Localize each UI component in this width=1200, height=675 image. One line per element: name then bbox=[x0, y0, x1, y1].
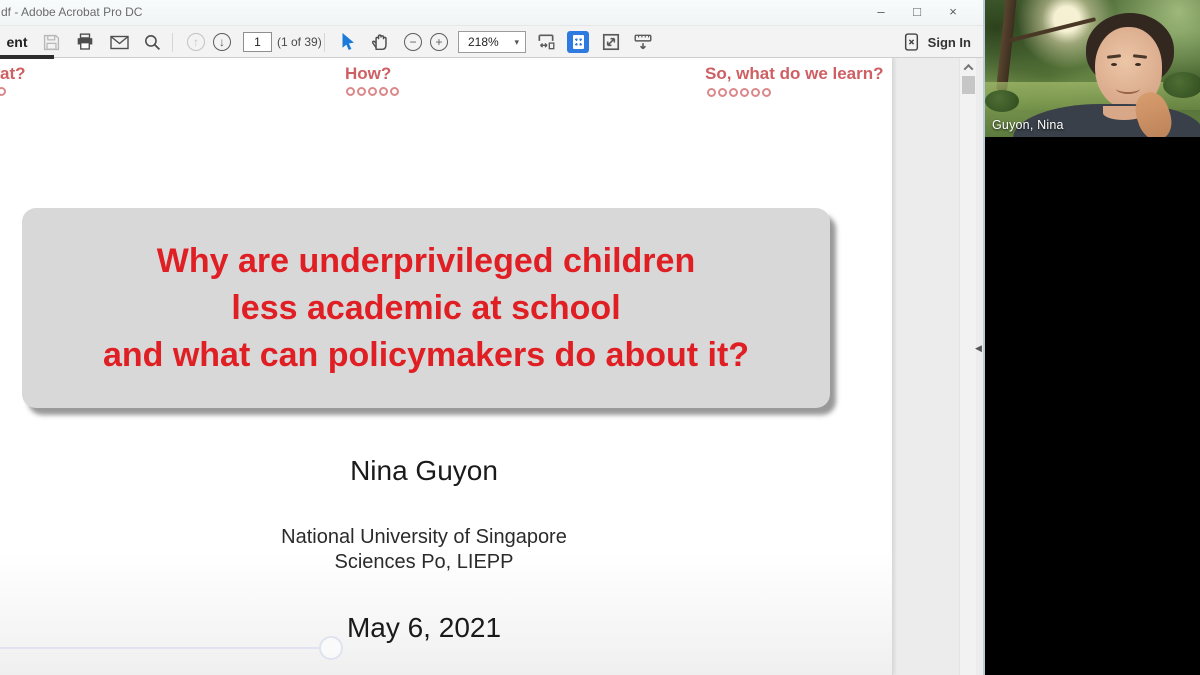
cursor-icon bbox=[341, 33, 356, 51]
tree-branch bbox=[1008, 17, 1096, 43]
progress-dot bbox=[762, 88, 771, 97]
progress-dot bbox=[368, 87, 377, 96]
person-smile bbox=[1116, 83, 1140, 94]
maximize-button[interactable]: □ bbox=[901, 0, 933, 24]
progress-dot bbox=[729, 88, 738, 97]
pdf-page: at? How? So, what do we learn? Why are u… bbox=[0, 58, 893, 675]
fit-width-button[interactable] bbox=[536, 26, 556, 58]
sign-in-label: Sign In bbox=[928, 35, 971, 50]
zoom-in-button[interactable]: + bbox=[430, 26, 448, 58]
zoom-level-dropdown[interactable]: 218% ▾ bbox=[458, 31, 526, 53]
slide-nav-label: How? bbox=[345, 64, 391, 84]
slide-nav-label: So, what do we learn? bbox=[705, 64, 884, 84]
document-tab[interactable]: ent bbox=[0, 26, 34, 58]
select-tool-button[interactable] bbox=[341, 26, 356, 58]
slide-nav-label: at? bbox=[0, 64, 26, 84]
scrollbar-up-button[interactable] bbox=[960, 60, 977, 75]
vertical-scrollbar[interactable] bbox=[959, 58, 976, 675]
slide-nav-dots-learn bbox=[707, 88, 771, 97]
progress-dot bbox=[379, 87, 388, 96]
previous-page-button[interactable]: ↑ bbox=[187, 26, 205, 58]
slide-affiliation: Sciences Po, LIEPP bbox=[0, 551, 848, 574]
chevron-down-icon: ▾ bbox=[514, 37, 525, 48]
arrow-down-icon: ↓ bbox=[213, 33, 231, 51]
email-button[interactable] bbox=[108, 26, 130, 58]
minus-icon: − bbox=[404, 33, 422, 51]
search-button[interactable] bbox=[141, 26, 163, 58]
slide-nav-learn: So, what do we learn? bbox=[705, 64, 884, 84]
save-button[interactable] bbox=[40, 26, 62, 58]
slide-date: May 6, 2021 bbox=[0, 612, 848, 644]
toolbar-separator bbox=[172, 33, 173, 52]
person-eye bbox=[1135, 63, 1141, 66]
hand-icon bbox=[371, 33, 389, 51]
slide-title-line: less academic at school bbox=[22, 285, 830, 332]
participant-video[interactable]: Guyon, Nina bbox=[985, 0, 1200, 137]
email-icon bbox=[110, 35, 129, 50]
next-page-button[interactable]: ↓ bbox=[213, 26, 231, 58]
progress-dot bbox=[390, 87, 399, 96]
fit-page-button-selected[interactable] bbox=[567, 26, 589, 58]
video-call-panel: Guyon, Nina bbox=[985, 0, 1200, 675]
zoom-out-button[interactable]: − bbox=[404, 26, 422, 58]
mobile-sync-icon bbox=[904, 33, 919, 51]
garden-bush bbox=[1163, 72, 1200, 98]
toolbar-separator bbox=[324, 33, 325, 52]
print-button[interactable] bbox=[74, 26, 96, 58]
active-tab-underline bbox=[0, 55, 54, 59]
save-icon bbox=[43, 34, 60, 51]
slide-title-box: Why are underprivileged children less ac… bbox=[22, 208, 830, 408]
slide-title-line: and what can policymakers do about it? bbox=[22, 332, 830, 379]
window-title: df - Adobe Acrobat Pro DC bbox=[1, 5, 142, 19]
progress-dot bbox=[707, 88, 716, 97]
panel-collapse-arrow[interactable]: ◀ bbox=[975, 341, 983, 355]
slide-nav-dots-how bbox=[346, 87, 399, 96]
slide-nav-what: at? bbox=[0, 64, 26, 84]
toolbar: ent ↑ ↓ 1 (1 of 39) bbox=[0, 26, 983, 58]
progress-dot bbox=[346, 87, 355, 96]
person-eye bbox=[1111, 63, 1117, 66]
acrobat-window: df - Adobe Acrobat Pro DC – □ × ent bbox=[0, 0, 985, 675]
print-icon bbox=[76, 33, 94, 51]
zoom-level-value: 218% bbox=[459, 35, 514, 49]
progress-dot bbox=[740, 88, 749, 97]
scrollbar-thumb[interactable] bbox=[962, 76, 975, 94]
fullscreen-button[interactable] bbox=[601, 26, 621, 58]
hand-tool-button[interactable] bbox=[371, 26, 389, 58]
slide-affiliation: National University of Singapore bbox=[0, 526, 848, 549]
close-button[interactable]: × bbox=[937, 0, 969, 24]
page-count-label: (1 of 39) bbox=[277, 26, 322, 58]
slide-title-line: Why are underprivileged children bbox=[22, 238, 830, 285]
fit-width-icon bbox=[536, 32, 556, 52]
ruler-icon bbox=[633, 32, 653, 52]
progress-dot bbox=[0, 87, 6, 96]
slide-nav-how: How? bbox=[345, 64, 391, 84]
fullscreen-icon bbox=[601, 32, 621, 52]
playback-progress-handle[interactable] bbox=[319, 636, 343, 660]
slide-author: Nina Guyon bbox=[0, 455, 848, 487]
search-icon bbox=[144, 34, 161, 51]
screenshot-stage: df - Adobe Acrobat Pro DC – □ × ent bbox=[0, 0, 1200, 675]
page-number-input[interactable]: 1 bbox=[243, 32, 272, 52]
progress-dot bbox=[751, 88, 760, 97]
scroll-mode-button[interactable] bbox=[633, 26, 653, 58]
sign-in-button[interactable]: Sign In bbox=[904, 26, 971, 58]
progress-dot bbox=[718, 88, 727, 97]
arrow-up-icon: ↑ bbox=[187, 33, 205, 51]
fit-page-icon bbox=[567, 31, 589, 53]
document-area: at? How? So, what do we learn? Why are u… bbox=[0, 58, 983, 675]
participant-name-label: Guyon, Nina bbox=[992, 118, 1064, 132]
chevron-up-icon bbox=[964, 64, 974, 74]
slide-nav-dots-what bbox=[0, 87, 6, 96]
garden-bush bbox=[985, 90, 1019, 112]
progress-dot bbox=[357, 87, 366, 96]
tree-trunk bbox=[996, 0, 1017, 91]
playback-progress-line[interactable] bbox=[0, 647, 320, 649]
plus-icon: + bbox=[430, 33, 448, 51]
minimize-button[interactable]: – bbox=[865, 0, 897, 24]
title-bar: df - Adobe Acrobat Pro DC – □ × bbox=[0, 0, 983, 26]
